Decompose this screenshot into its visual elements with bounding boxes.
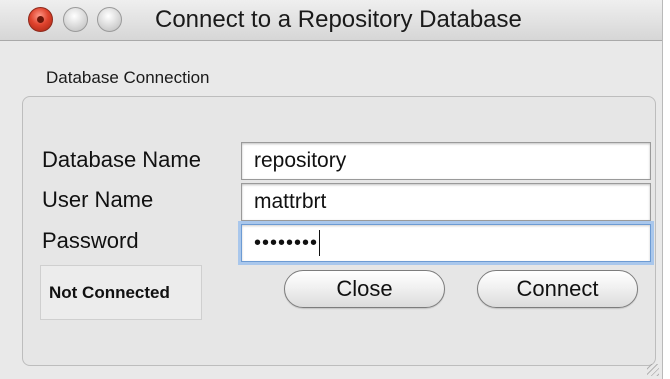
connection-status-box: Not Connected — [40, 265, 202, 320]
window-title: Connect to a Repository Database — [155, 6, 522, 33]
zoom-window-icon[interactable] — [97, 7, 122, 32]
password-label: Password — [42, 228, 139, 253]
resize-grip-icon[interactable] — [647, 364, 659, 376]
connection-status: Not Connected — [49, 283, 170, 302]
text-caret — [319, 230, 321, 257]
title-bar[interactable]: Connect to a Repository Database — [0, 0, 662, 41]
database-name-label: Database Name — [42, 147, 201, 172]
close-window-icon[interactable] — [28, 7, 53, 32]
dialog-window: Connect to a Repository Database Databas… — [0, 0, 663, 379]
group-label: Database Connection — [46, 68, 210, 87]
close-button[interactable]: Close — [284, 270, 445, 308]
database-name-field[interactable] — [241, 142, 651, 180]
minimize-window-icon[interactable] — [63, 7, 88, 32]
user-name-field[interactable] — [241, 183, 651, 221]
user-name-label: User Name — [42, 187, 154, 212]
password-mask: •••••••• — [254, 232, 319, 254]
password-field[interactable]: •••••••• — [241, 224, 651, 262]
connect-button[interactable]: Connect — [477, 270, 638, 308]
